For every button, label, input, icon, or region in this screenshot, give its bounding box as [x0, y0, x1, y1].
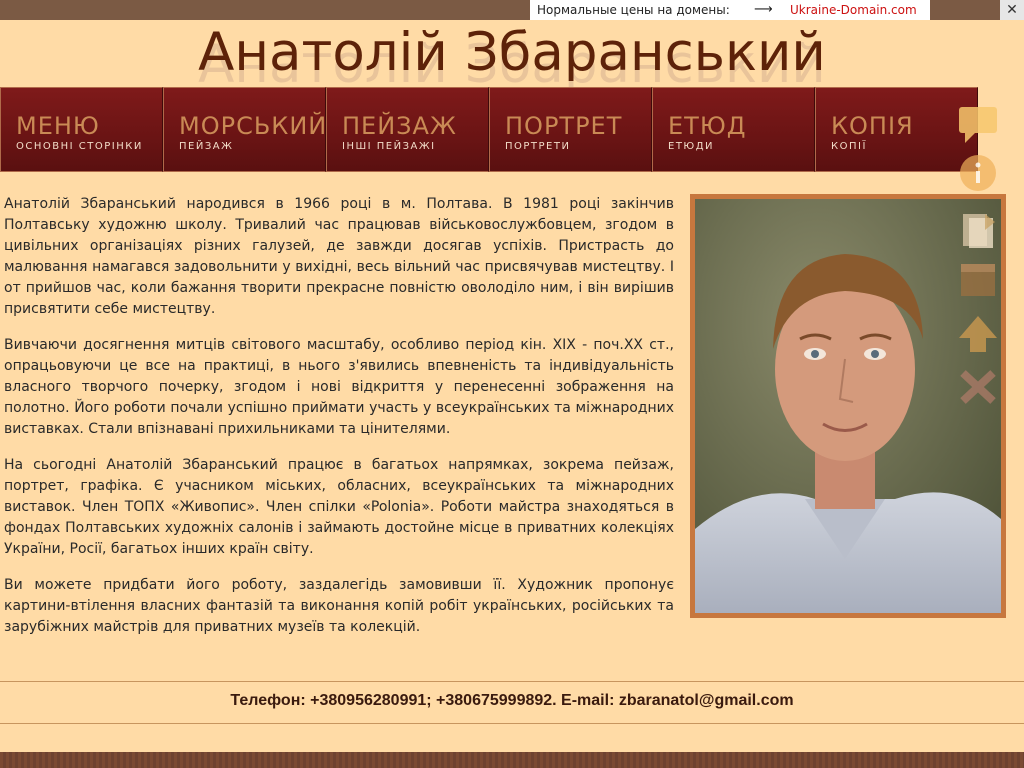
close-icon[interactable]: [955, 365, 1001, 409]
nav-item-sublabel: ЕТЮДИ: [668, 141, 715, 152]
footer-divider: [0, 723, 1024, 724]
video-icon[interactable]: [955, 258, 1001, 302]
nav-item-copy[interactable]: КОПІЯ КОПІЇ: [815, 87, 978, 172]
nav-item-label: ЕТЮД: [668, 112, 747, 140]
close-ad-button[interactable]: ✕: [1000, 0, 1024, 20]
info-icon[interactable]: [955, 151, 1001, 195]
contact-footer: Телефон: +380956280991; +380675999892. E…: [230, 692, 794, 709]
nav-item-label: МОРСЬКИЙ: [179, 112, 328, 140]
nav-item-sublabel: ОСНОВНІ СТОРІНКИ: [16, 141, 143, 152]
biography-paragraph: Вивчаючи досягнення митців світового мас…: [4, 337, 674, 437]
nav-item-sublabel: ПЕЙЗАЖ: [179, 141, 234, 152]
domain-ad-label: Нормальные цены на домены:: [537, 3, 730, 17]
nav-item-study[interactable]: ЕТЮД ЕТЮДИ: [652, 87, 815, 172]
biography-paragraph: Анатолій Збаранський народився в 1966 ро…: [4, 196, 674, 317]
nav-item-label: КОПІЯ: [831, 112, 914, 140]
nav-item-label: МЕНЮ: [16, 112, 100, 140]
main-nav: МЕНЮ ОСНОВНІ СТОРІНКИ МОРСЬКИЙ ПЕЙЗАЖ ПЕ…: [0, 87, 980, 172]
nav-item-landscape[interactable]: ПЕЙЗАЖ ІНШІ ПЕЙЗАЖІ: [326, 87, 489, 172]
domain-ad-bar: Нормальные цены на домены: ⟶ Ukraine-Dom…: [530, 0, 930, 20]
arrow-right-icon: ⟶: [754, 2, 773, 17]
nav-item-portrait[interactable]: ПОРТРЕТ ПОРТРЕТИ: [489, 87, 652, 172]
nav-item-menu[interactable]: МЕНЮ ОСНОВНІ СТОРІНКИ: [0, 87, 163, 172]
biography-paragraph: Ви можете придбати його роботу, заздалег…: [4, 577, 674, 635]
nav-item-marine[interactable]: МОРСЬКИЙ ПЕЙЗАЖ: [163, 87, 326, 172]
page-title: Анатолій Збаранський: [198, 22, 826, 83]
arrow-up-icon[interactable]: [955, 312, 1001, 356]
nav-item-label: ПЕЙЗАЖ: [342, 112, 457, 140]
nav-item-sublabel: ПОРТРЕТИ: [505, 141, 571, 152]
document-icon[interactable]: [955, 208, 1001, 252]
biography-paragraph: На сьогодні Анатолій Збаранський працює …: [4, 457, 674, 557]
nav-item-sublabel: КОПІЇ: [831, 141, 867, 152]
nav-item-sublabel: ІНШІ ПЕЙЗАЖІ: [342, 141, 436, 152]
comment-icon[interactable]: [955, 103, 1001, 147]
biography-text: Анатолій Збаранський народився в 1966 ро…: [4, 194, 674, 653]
bottom-bar: [0, 752, 1024, 768]
footer-divider: [0, 681, 1024, 682]
domain-ad-link[interactable]: Ukraine-Domain.com: [790, 0, 917, 20]
nav-item-label: ПОРТРЕТ: [505, 112, 623, 140]
